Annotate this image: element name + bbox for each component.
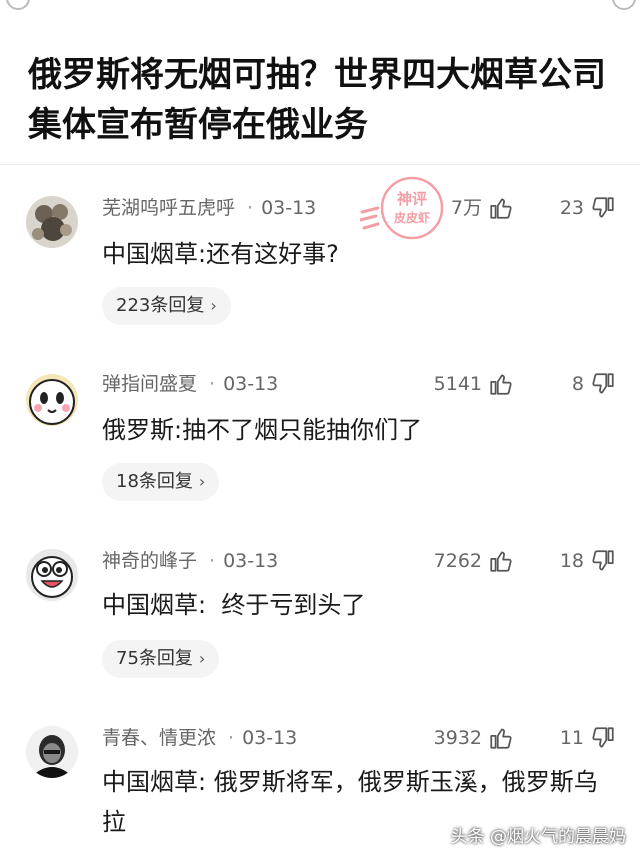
thumbs-up-icon [490,551,512,572]
divider [0,164,640,165]
like-button[interactable]: 3932 [434,724,514,752]
dislike-button[interactable]: 11 [560,724,616,752]
thumbs-down-icon [592,197,614,218]
chevron-right-icon: › [210,296,217,315]
dislike-count: 8 [571,373,584,395]
avatar[interactable] [26,374,78,426]
replies-label: 18条回复 [116,471,193,492]
thumbs-down-icon [592,550,614,571]
watermark: 头条 @烟火气的晨晨妈 [450,827,626,847]
chevron-right-icon: › [198,472,206,491]
comment-date: 03-13 [261,197,317,219]
thumbs-up-icon [490,198,512,219]
thumbs-down-icon [592,727,614,748]
username[interactable]: 芜湖呜呼五虎呼 [102,197,235,219]
chevron-right-icon: › [198,649,206,668]
comment-date: 03-13 [242,727,298,749]
thumbs-up-icon [490,728,512,749]
replies-label: 223条回复 [116,295,205,316]
like-count: 5141 [433,373,482,395]
comment-text: 俄罗斯:抽不了烟只能抽你们了 [102,416,423,444]
avatar[interactable] [26,549,78,601]
dislike-count: 18 [559,550,584,572]
like-button[interactable]: 5141 [434,370,514,398]
username[interactable]: 弹指间盛夏 [102,373,197,395]
username[interactable]: 青春、情更浓 [102,727,216,749]
replies-button[interactable]: 18条回复 › [102,463,220,501]
comment-meta: 青春、情更浓 · 03-13 [102,727,298,749]
like-count: 3932 [433,727,482,749]
replies-label: 75条回复 [116,648,193,669]
comment-meta: 芜湖呜呼五虎呼 · 03-13 [102,197,317,219]
replies-button[interactable]: 223条回复 › [102,287,231,325]
dislike-count: 23 [559,197,584,219]
comment-date: 03-13 [223,550,279,572]
dislike-button[interactable]: 23 [560,194,616,222]
like-count: 7万 [450,197,482,219]
thumbs-down-icon [592,373,614,394]
replies-button[interactable]: 75条回复 › [102,640,220,678]
like-count: 7262 [433,550,482,572]
username[interactable]: 神奇的峰子 [102,550,197,572]
top-status-remnant [0,0,640,10]
comment-meta: 神奇的峰子 · 03-13 [102,550,279,572]
stamp-line1: 神评 [397,190,427,208]
dislike-count: 11 [559,727,584,749]
comment-date: 03-13 [223,373,279,395]
avatar[interactable] [26,726,78,778]
dislike-button[interactable]: 18 [560,547,616,575]
comment-meta: 弹指间盛夏 · 03-13 [102,373,279,395]
stamp-line2: 皮皮虾 [393,210,430,225]
comment-text: 中国烟草:还有这好事? [102,240,339,268]
article-title: 俄罗斯将无烟可抽？世界四大烟草公司集体宣布暂停在俄业务 [28,55,606,145]
like-button[interactable]: 7万 [451,194,514,222]
like-button[interactable]: 7262 [434,547,514,575]
back-arrow-icon[interactable] [6,0,30,10]
thumbs-up-icon [490,374,512,395]
dislike-button[interactable]: 8 [572,370,616,398]
avatar[interactable] [26,196,78,248]
comment-text: 中国烟草: 终于亏到头了 [102,591,366,619]
more-icon[interactable] [612,0,636,10]
